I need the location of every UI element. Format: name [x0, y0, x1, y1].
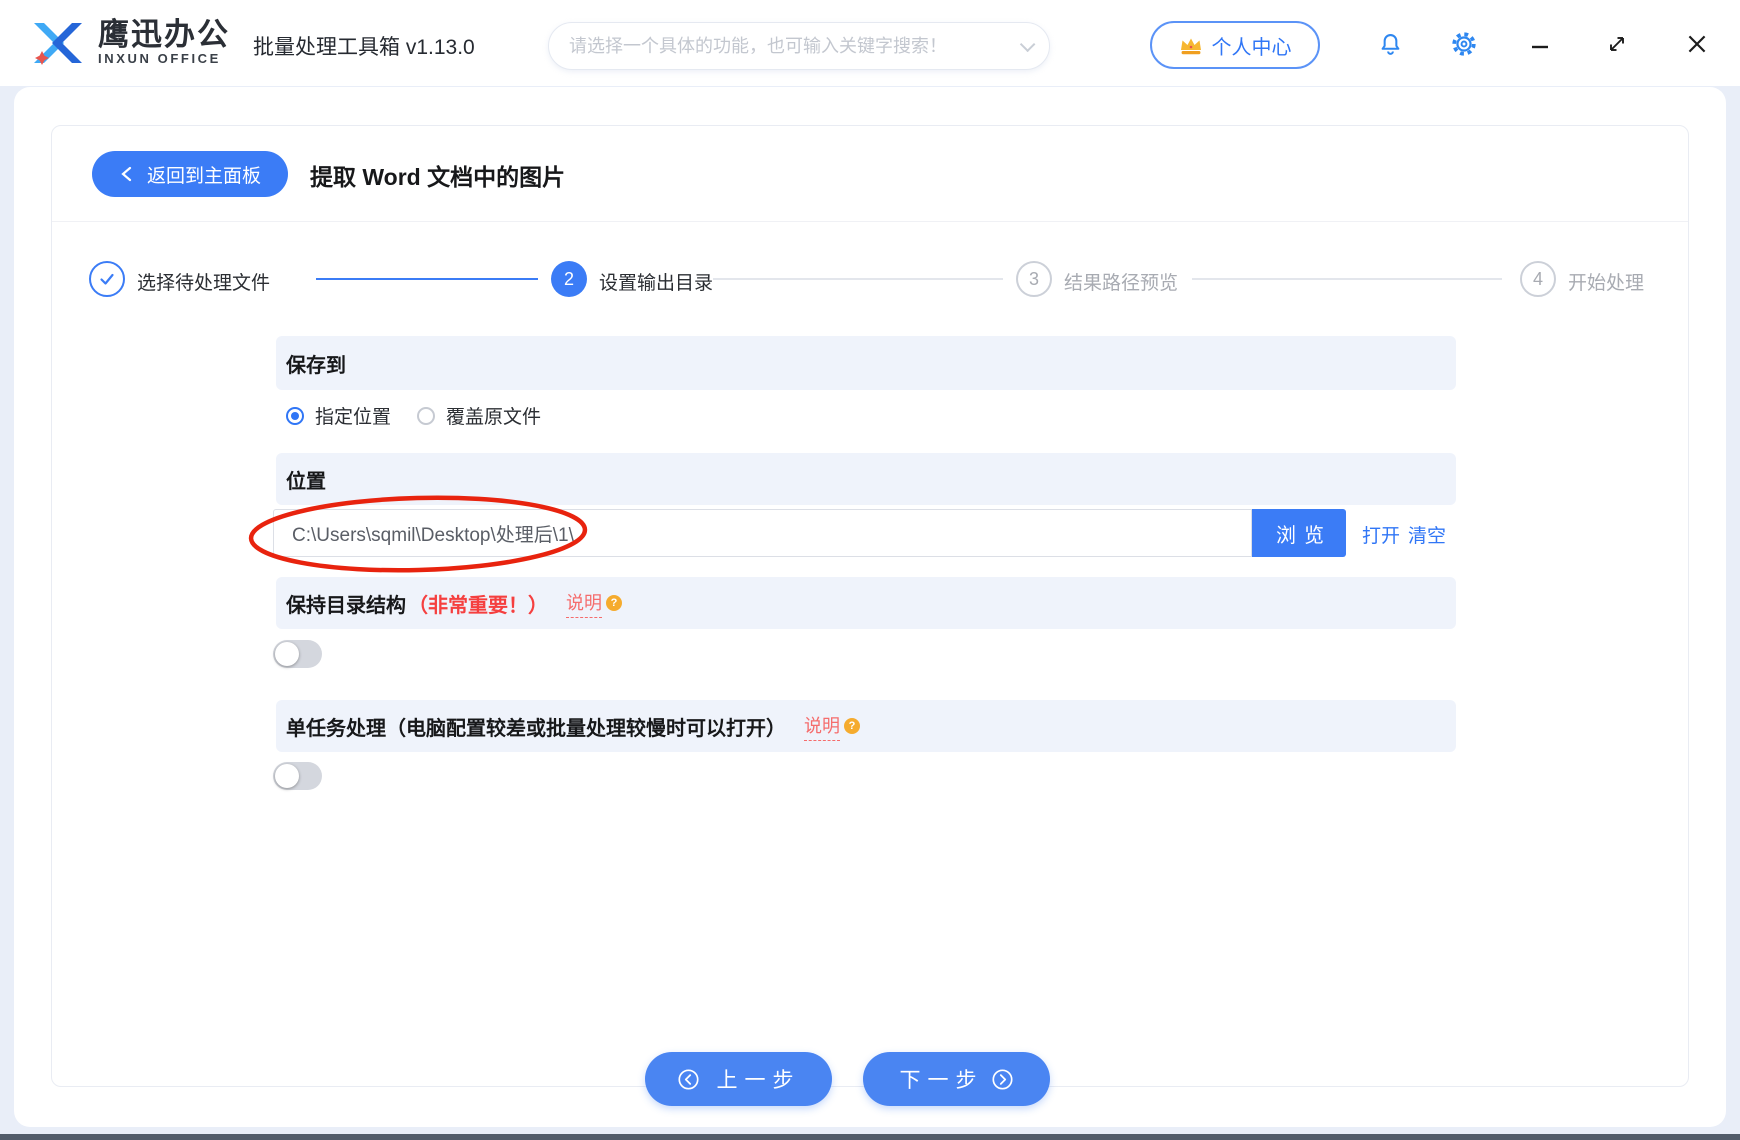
single-task-toggle[interactable]	[273, 762, 322, 790]
step-connector-2	[713, 278, 1003, 280]
divider	[52, 221, 1688, 222]
settings-gear-icon[interactable]	[1450, 30, 1478, 58]
previous-step-label: 上一步	[717, 1064, 801, 1094]
back-button-label: 返回到主面板	[147, 161, 261, 188]
brand-block: 鹰迅办公 INXUN OFFICE	[98, 19, 230, 67]
crown-icon	[1179, 35, 1203, 56]
help-question-icon[interactable]: ?	[606, 595, 622, 611]
brand-name-cn: 鹰迅办公	[98, 19, 230, 51]
circle-left-icon	[677, 1068, 700, 1091]
single-task-title: 单任务处理（电脑配置较差或批量处理较慢时可以打开）	[286, 712, 786, 741]
check-icon	[96, 268, 118, 290]
open-folder-link[interactable]: 打开	[1362, 521, 1400, 548]
search-input[interactable]	[569, 36, 1020, 57]
step-1-label: 选择待处理文件	[137, 268, 270, 295]
radio-option-overwrite-original[interactable]: 覆盖原文件	[417, 402, 541, 429]
step-2-label: 设置输出目录	[599, 268, 713, 295]
toggle-knob	[275, 642, 299, 666]
step-1-indicator	[89, 261, 125, 297]
notification-bell-icon[interactable]	[1376, 30, 1404, 58]
save-to-section-header: 保存到	[276, 336, 1456, 390]
close-button[interactable]	[1683, 30, 1711, 58]
important-note: （非常重要！）	[408, 589, 548, 618]
user-center-button[interactable]: 个人中心	[1150, 21, 1320, 69]
output-path-input[interactable]	[273, 509, 1252, 557]
save-to-title: 保存到	[286, 349, 346, 378]
step-3-indicator: 3	[1016, 261, 1052, 297]
app-title: 批量处理工具箱 v1.13.0	[253, 31, 475, 61]
step-2-indicator: 2	[551, 261, 587, 297]
previous-step-button[interactable]: 上一步	[645, 1052, 832, 1106]
location-section-header: 位置	[276, 453, 1456, 505]
step-connector-3	[1192, 278, 1502, 280]
radio-option-specified-location[interactable]: 指定位置	[286, 402, 391, 429]
step-4-label: 开始处理	[1568, 268, 1644, 295]
page-title: 提取 Word 文档中的图片	[310, 158, 565, 192]
back-to-dashboard-button[interactable]: 返回到主面板	[92, 151, 288, 197]
titlebar: 鹰迅办公 INXUN OFFICE 批量处理工具箱 v1.13.0 个人中心	[0, 0, 1740, 86]
logo-x-icon	[28, 17, 88, 69]
keep-structure-help-link[interactable]: 说明	[566, 589, 602, 618]
radio-label[interactable]: 覆盖原文件	[446, 402, 541, 429]
circle-right-icon	[991, 1068, 1014, 1091]
chevron-down-icon[interactable]	[1020, 36, 1036, 52]
single-task-section-header: 单任务处理（电脑配置较差或批量处理较慢时可以打开） 说明 ?	[276, 700, 1456, 752]
radio-unselected-icon[interactable]	[417, 407, 435, 425]
app-window: 鹰迅办公 INXUN OFFICE 批量处理工具箱 v1.13.0 个人中心	[0, 0, 1740, 1140]
radio-label[interactable]: 指定位置	[315, 402, 391, 429]
next-step-button[interactable]: 下一步	[863, 1052, 1050, 1106]
save-to-options: 指定位置 覆盖原文件	[286, 402, 541, 429]
keep-structure-title: 保持目录结构	[286, 589, 406, 618]
step-connector-1	[316, 278, 538, 280]
browse-button[interactable]: 浏览	[1252, 509, 1346, 557]
step-3-label: 结果路径预览	[1064, 268, 1178, 295]
window-bottom-edge	[0, 1134, 1740, 1140]
minimize-button[interactable]	[1526, 33, 1554, 61]
function-search-box[interactable]	[548, 22, 1050, 70]
back-chevron-icon	[119, 165, 135, 183]
step-4-indicator: 4	[1520, 261, 1556, 297]
clear-path-link[interactable]: 清空	[1408, 521, 1446, 548]
user-center-label: 个人中心	[1212, 31, 1292, 60]
logo: 鹰迅办公 INXUN OFFICE	[28, 17, 230, 69]
location-title: 位置	[286, 465, 326, 494]
keep-structure-toggle[interactable]	[273, 640, 322, 668]
brand-name-en: INXUN OFFICE	[98, 51, 230, 67]
next-step-label: 下一步	[900, 1064, 984, 1094]
keep-structure-section-header: 保持目录结构 （非常重要！） 说明 ?	[276, 577, 1456, 629]
toggle-knob	[275, 764, 299, 788]
radio-selected-icon[interactable]	[286, 407, 304, 425]
help-question-icon[interactable]: ?	[844, 718, 860, 734]
single-task-help-link[interactable]: 说明	[804, 712, 840, 741]
maximize-button[interactable]	[1603, 30, 1631, 58]
